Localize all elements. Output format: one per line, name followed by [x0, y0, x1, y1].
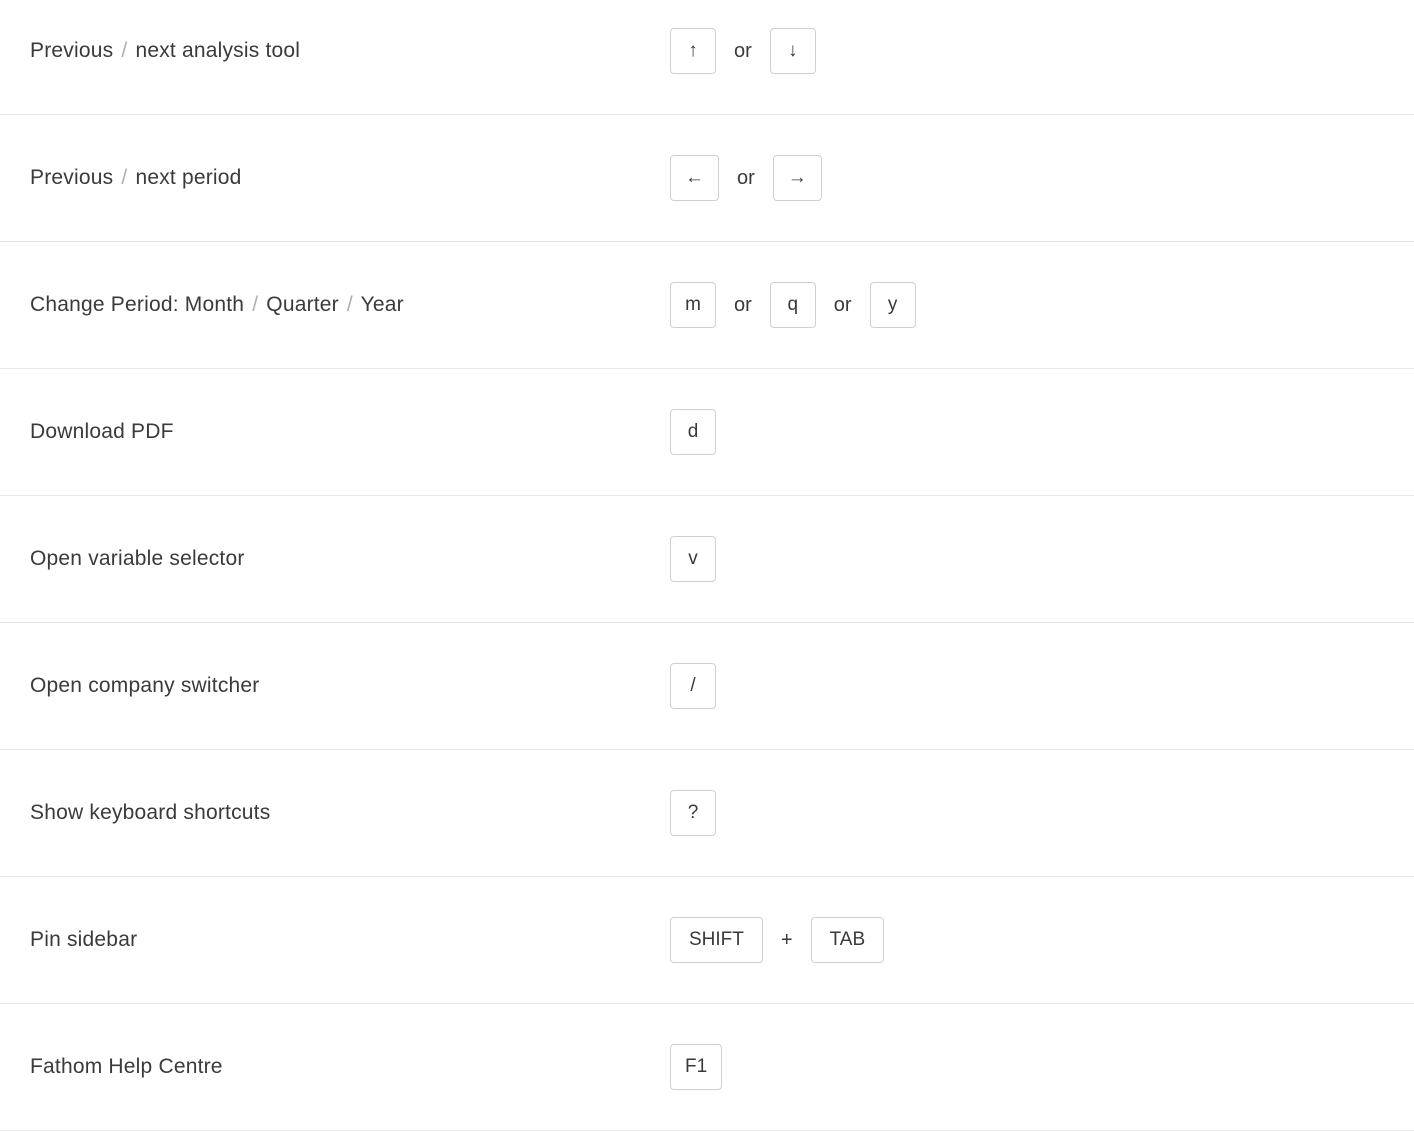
shortcut-keys: SHIFT + TAB [670, 917, 884, 963]
key-shift: SHIFT [670, 917, 763, 963]
label-separator: / [121, 166, 127, 189]
shortcut-keys: / [670, 663, 716, 709]
keyboard-shortcuts-list: Previous / next analysis tool ↑ or ↓ Pre… [0, 0, 1414, 1131]
arrow-down-icon: ↓ [770, 28, 816, 74]
shortcut-row-change-period: Change Period: Month / Quarter / Year m … [0, 242, 1414, 369]
key-y: y [870, 282, 916, 328]
key-m: m [670, 282, 716, 328]
shortcut-label: Previous / next analysis tool [30, 39, 670, 63]
shortcut-label: Open company switcher [30, 674, 670, 698]
label-part: Quarter [266, 293, 339, 316]
key-v: v [670, 536, 716, 582]
label-part: Previous [30, 39, 113, 62]
shortcut-row-help-centre: Fathom Help Centre F1 [0, 1004, 1414, 1131]
shortcut-keys: ? [670, 790, 716, 836]
shortcut-row-analysis-tool: Previous / next analysis tool ↑ or ↓ [0, 0, 1414, 115]
shortcut-keys: v [670, 536, 716, 582]
shortcut-row-period: Previous / next period ← or → [0, 115, 1414, 242]
shortcut-keys: F1 [670, 1044, 722, 1090]
shortcut-label: Open variable selector [30, 547, 670, 571]
label-separator: / [347, 293, 353, 316]
shortcut-label: Pin sidebar [30, 928, 670, 952]
shortcut-row-pin-sidebar: Pin sidebar SHIFT + TAB [0, 877, 1414, 1004]
shortcut-label: Fathom Help Centre [30, 1055, 670, 1079]
shortcut-keys: d [670, 409, 716, 455]
joiner-plus: + [777, 929, 797, 952]
key-tab: TAB [811, 917, 885, 963]
key-q: q [770, 282, 816, 328]
joiner-or: or [830, 294, 856, 317]
key-d: d [670, 409, 716, 455]
shortcut-keys: ↑ or ↓ [670, 28, 816, 74]
shortcut-keys: m or q or y [670, 282, 916, 328]
shortcut-keys: ← or → [670, 155, 822, 201]
key-slash: / [670, 663, 716, 709]
label-separator: / [252, 293, 258, 316]
shortcut-label: Previous / next period [30, 166, 670, 190]
arrow-up-icon: ↑ [670, 28, 716, 74]
label-part: Previous [30, 166, 113, 189]
arrow-left-icon: ← [670, 155, 719, 201]
joiner-or: or [730, 40, 756, 63]
label-part: Change Period: Month [30, 293, 244, 316]
label-part: Year [361, 293, 404, 316]
shortcut-row-company-switcher: Open company switcher / [0, 623, 1414, 750]
shortcut-row-variable-selector: Open variable selector v [0, 496, 1414, 623]
shortcut-row-download-pdf: Download PDF d [0, 369, 1414, 496]
shortcut-row-show-shortcuts: Show keyboard shortcuts ? [0, 750, 1414, 877]
label-separator: / [121, 39, 127, 62]
arrow-right-icon: → [773, 155, 822, 201]
shortcut-label: Download PDF [30, 420, 670, 444]
joiner-or: or [730, 294, 756, 317]
label-part: next analysis tool [135, 39, 300, 62]
shortcut-label: Change Period: Month / Quarter / Year [30, 293, 670, 317]
key-question: ? [670, 790, 716, 836]
label-part: next period [135, 166, 241, 189]
joiner-or: or [733, 167, 759, 190]
shortcut-label: Show keyboard shortcuts [30, 801, 670, 825]
key-f1: F1 [670, 1044, 722, 1090]
